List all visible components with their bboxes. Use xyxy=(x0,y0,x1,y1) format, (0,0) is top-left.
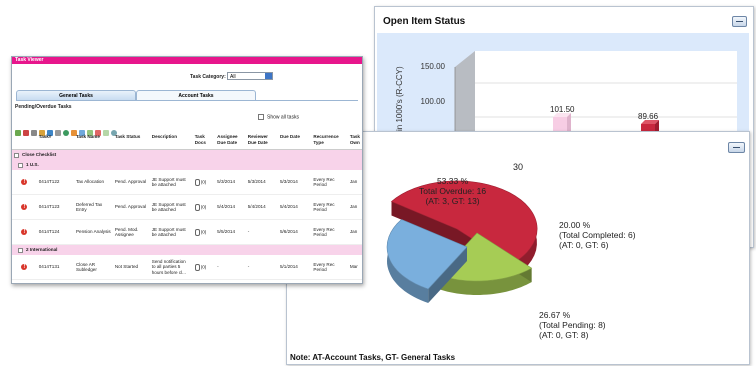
slice-total: (Total Pending: 8) xyxy=(539,320,606,330)
table-header: Task# Task Name Task Status Description … xyxy=(12,133,362,150)
slice-detail: (AT: 0, GT: 6) xyxy=(559,240,609,250)
y-tick-label: 150.00 xyxy=(420,62,445,71)
col-description[interactable]: Description xyxy=(150,133,193,150)
chevron-down-icon xyxy=(265,73,272,79)
slice-total: Total Overdue: 16 xyxy=(419,186,487,196)
open-item-status-title: Open Item Status xyxy=(383,16,466,27)
col-task-name[interactable]: Task Name xyxy=(74,133,113,150)
group-row[interactable]: 2 International xyxy=(12,244,362,255)
overdue-alert-icon: ! xyxy=(21,204,28,210)
slice-percent: 53.33 % xyxy=(436,176,469,186)
task-docs-cell[interactable]: (0) xyxy=(192,170,216,195)
bar-value-label: 89.66 xyxy=(638,112,659,121)
table-row[interactable]: ! 0414T131 Close AR Subledger Not Starte… xyxy=(12,255,362,280)
table-row[interactable]: ! 0414T124 Pension Analysis Pend. Mod. A… xyxy=(12,219,362,245)
collapse-icon[interactable] xyxy=(14,152,19,158)
col-task-docs[interactable]: Task Docs xyxy=(193,133,215,150)
table-row[interactable]: ! 0414T123 Deferred Tax Entry Pend. Appr… xyxy=(12,194,362,220)
task-docs-cell[interactable]: (0) xyxy=(192,194,216,220)
tab-general-tasks[interactable]: General Tasks xyxy=(16,90,136,100)
task-docs-cell[interactable]: (0) xyxy=(192,219,216,245)
paperclip-icon[interactable] xyxy=(194,178,200,186)
slice-percent: 26.67 % xyxy=(539,310,571,320)
task-category-select[interactable]: All xyxy=(227,72,273,80)
task-category-value: All xyxy=(230,74,236,80)
table-row[interactable]: ! 0414T122 Tax Allocation Pend. Approval… xyxy=(12,170,362,195)
col-reviewer-due[interactable]: Reviewer Due Date xyxy=(246,133,278,150)
slice-total: (Total Completed: 6) xyxy=(559,230,636,240)
col-task-status[interactable]: Task Status xyxy=(113,133,150,150)
slice-label-completed: 20.00 % (Total Completed: 6) (AT: 0, GT:… xyxy=(559,220,636,250)
show-all-tasks-checkbox[interactable]: Show all tasks xyxy=(258,114,299,120)
task-viewer-window: Task Viewer Task Category: All General T… xyxy=(11,56,363,284)
col-recurrence[interactable]: Recurrence Type xyxy=(311,133,347,150)
overdue-alert-icon: ! xyxy=(21,179,28,185)
legend-note: Note: AT-Account Tasks, GT- General Task… xyxy=(290,353,456,362)
col-task-owner[interactable]: Task Own xyxy=(348,133,362,150)
slice-label-pending: 26.67 % (Total Pending: 8) (AT: 0, GT: 8… xyxy=(539,310,606,340)
group-row[interactable]: 1 U.S. xyxy=(12,160,362,170)
tab-divider xyxy=(16,100,358,101)
col-task-number[interactable]: Task# xyxy=(37,133,74,150)
bar-value-label: 101.50 xyxy=(550,105,575,114)
paperclip-icon[interactable] xyxy=(194,228,200,236)
slice-label-overdue: 53.33 % Total Overdue: 16 (AT: 3, GT: 13… xyxy=(419,176,486,206)
slice-detail: (AT: 0, GT: 8) xyxy=(539,330,589,340)
overdue-alert-icon: ! xyxy=(21,229,28,235)
group-row[interactable]: Close Checklist xyxy=(12,149,362,160)
overdue-alert-icon: ! xyxy=(21,264,28,270)
col-assignee-due[interactable]: Assignee Due Date xyxy=(215,133,246,150)
tab-account-tasks[interactable]: Account Tasks xyxy=(136,90,256,100)
slice-detail: (AT: 3, GT: 13) xyxy=(425,196,480,206)
y-tick-label: 100.00 xyxy=(420,97,445,106)
task-viewer-title: Task Viewer xyxy=(12,57,362,64)
task-category-label: Task Category: xyxy=(190,74,226,80)
section-title: Pending/Overdue Tasks xyxy=(15,104,72,110)
task-docs-cell[interactable]: (0) xyxy=(192,255,216,280)
task-table: Task# Task Name Task Status Description … xyxy=(12,133,362,280)
minimize-button[interactable] xyxy=(732,16,747,27)
collapse-icon[interactable] xyxy=(18,162,23,168)
slice-percent: 20.00 % xyxy=(559,220,591,230)
collapse-icon[interactable] xyxy=(18,247,23,253)
col-due-date[interactable]: Due Date xyxy=(278,133,311,150)
y-axis-label: in 1000's (R-CCY) xyxy=(395,66,404,131)
paperclip-icon[interactable] xyxy=(194,263,200,271)
paperclip-icon[interactable] xyxy=(194,203,200,211)
